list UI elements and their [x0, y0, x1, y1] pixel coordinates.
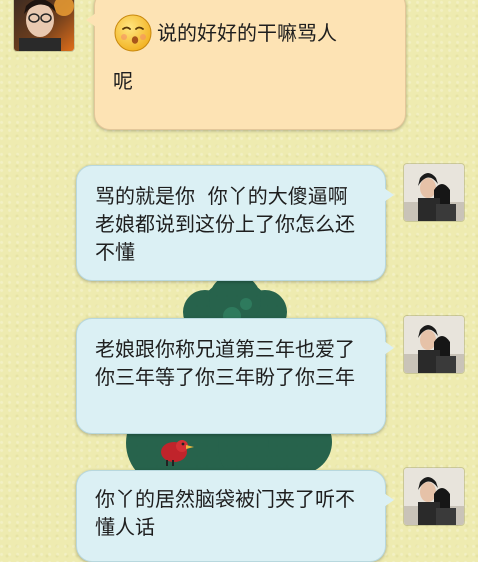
bubble-tail	[86, 13, 96, 27]
message-text-line-1: 说的好好的干嘛骂人	[157, 21, 337, 45]
self-avatar-photo	[404, 316, 464, 373]
contact-avatar-photo	[14, 0, 74, 51]
self-avatar[interactable]	[404, 164, 464, 221]
message-text: 骂的就是你 你丫的大傻逼啊 老娘都说到这份上了你怎么还不懂	[95, 184, 361, 264]
message-bubble-sent[interactable]: 你丫的居然脑袋被门夹了听不懂人话	[76, 470, 394, 562]
message-text-line-2: 呢	[113, 69, 133, 93]
message-text: 老娘跟你称兄道第三年也爱了你三年等了你三年盼了你三年	[95, 337, 355, 389]
contact-avatar[interactable]	[14, 0, 74, 51]
bird-decoration	[161, 440, 194, 466]
self-avatar-photo	[404, 164, 464, 221]
bubble-tail	[384, 188, 394, 202]
self-avatar-photo	[404, 468, 464, 525]
self-avatar[interactable]	[404, 316, 464, 373]
message-text: 你丫的居然脑袋被门夹了听不懂人话	[95, 487, 355, 539]
message-bubble-sent[interactable]: 骂的就是你 你丫的大傻逼啊 老娘都说到这份上了你怎么还不懂	[76, 165, 394, 281]
message-bubble-sent[interactable]: 老娘跟你称兄道第三年也爱了你三年等了你三年盼了你三年	[76, 318, 394, 434]
self-avatar[interactable]	[404, 468, 464, 525]
bubble-tail	[384, 341, 394, 355]
bubble-tail	[384, 493, 394, 507]
blowing-kiss-emoji-icon	[113, 13, 153, 53]
message-bubble-received[interactable]: 说的好好的干嘛骂人 呢	[86, 0, 406, 130]
